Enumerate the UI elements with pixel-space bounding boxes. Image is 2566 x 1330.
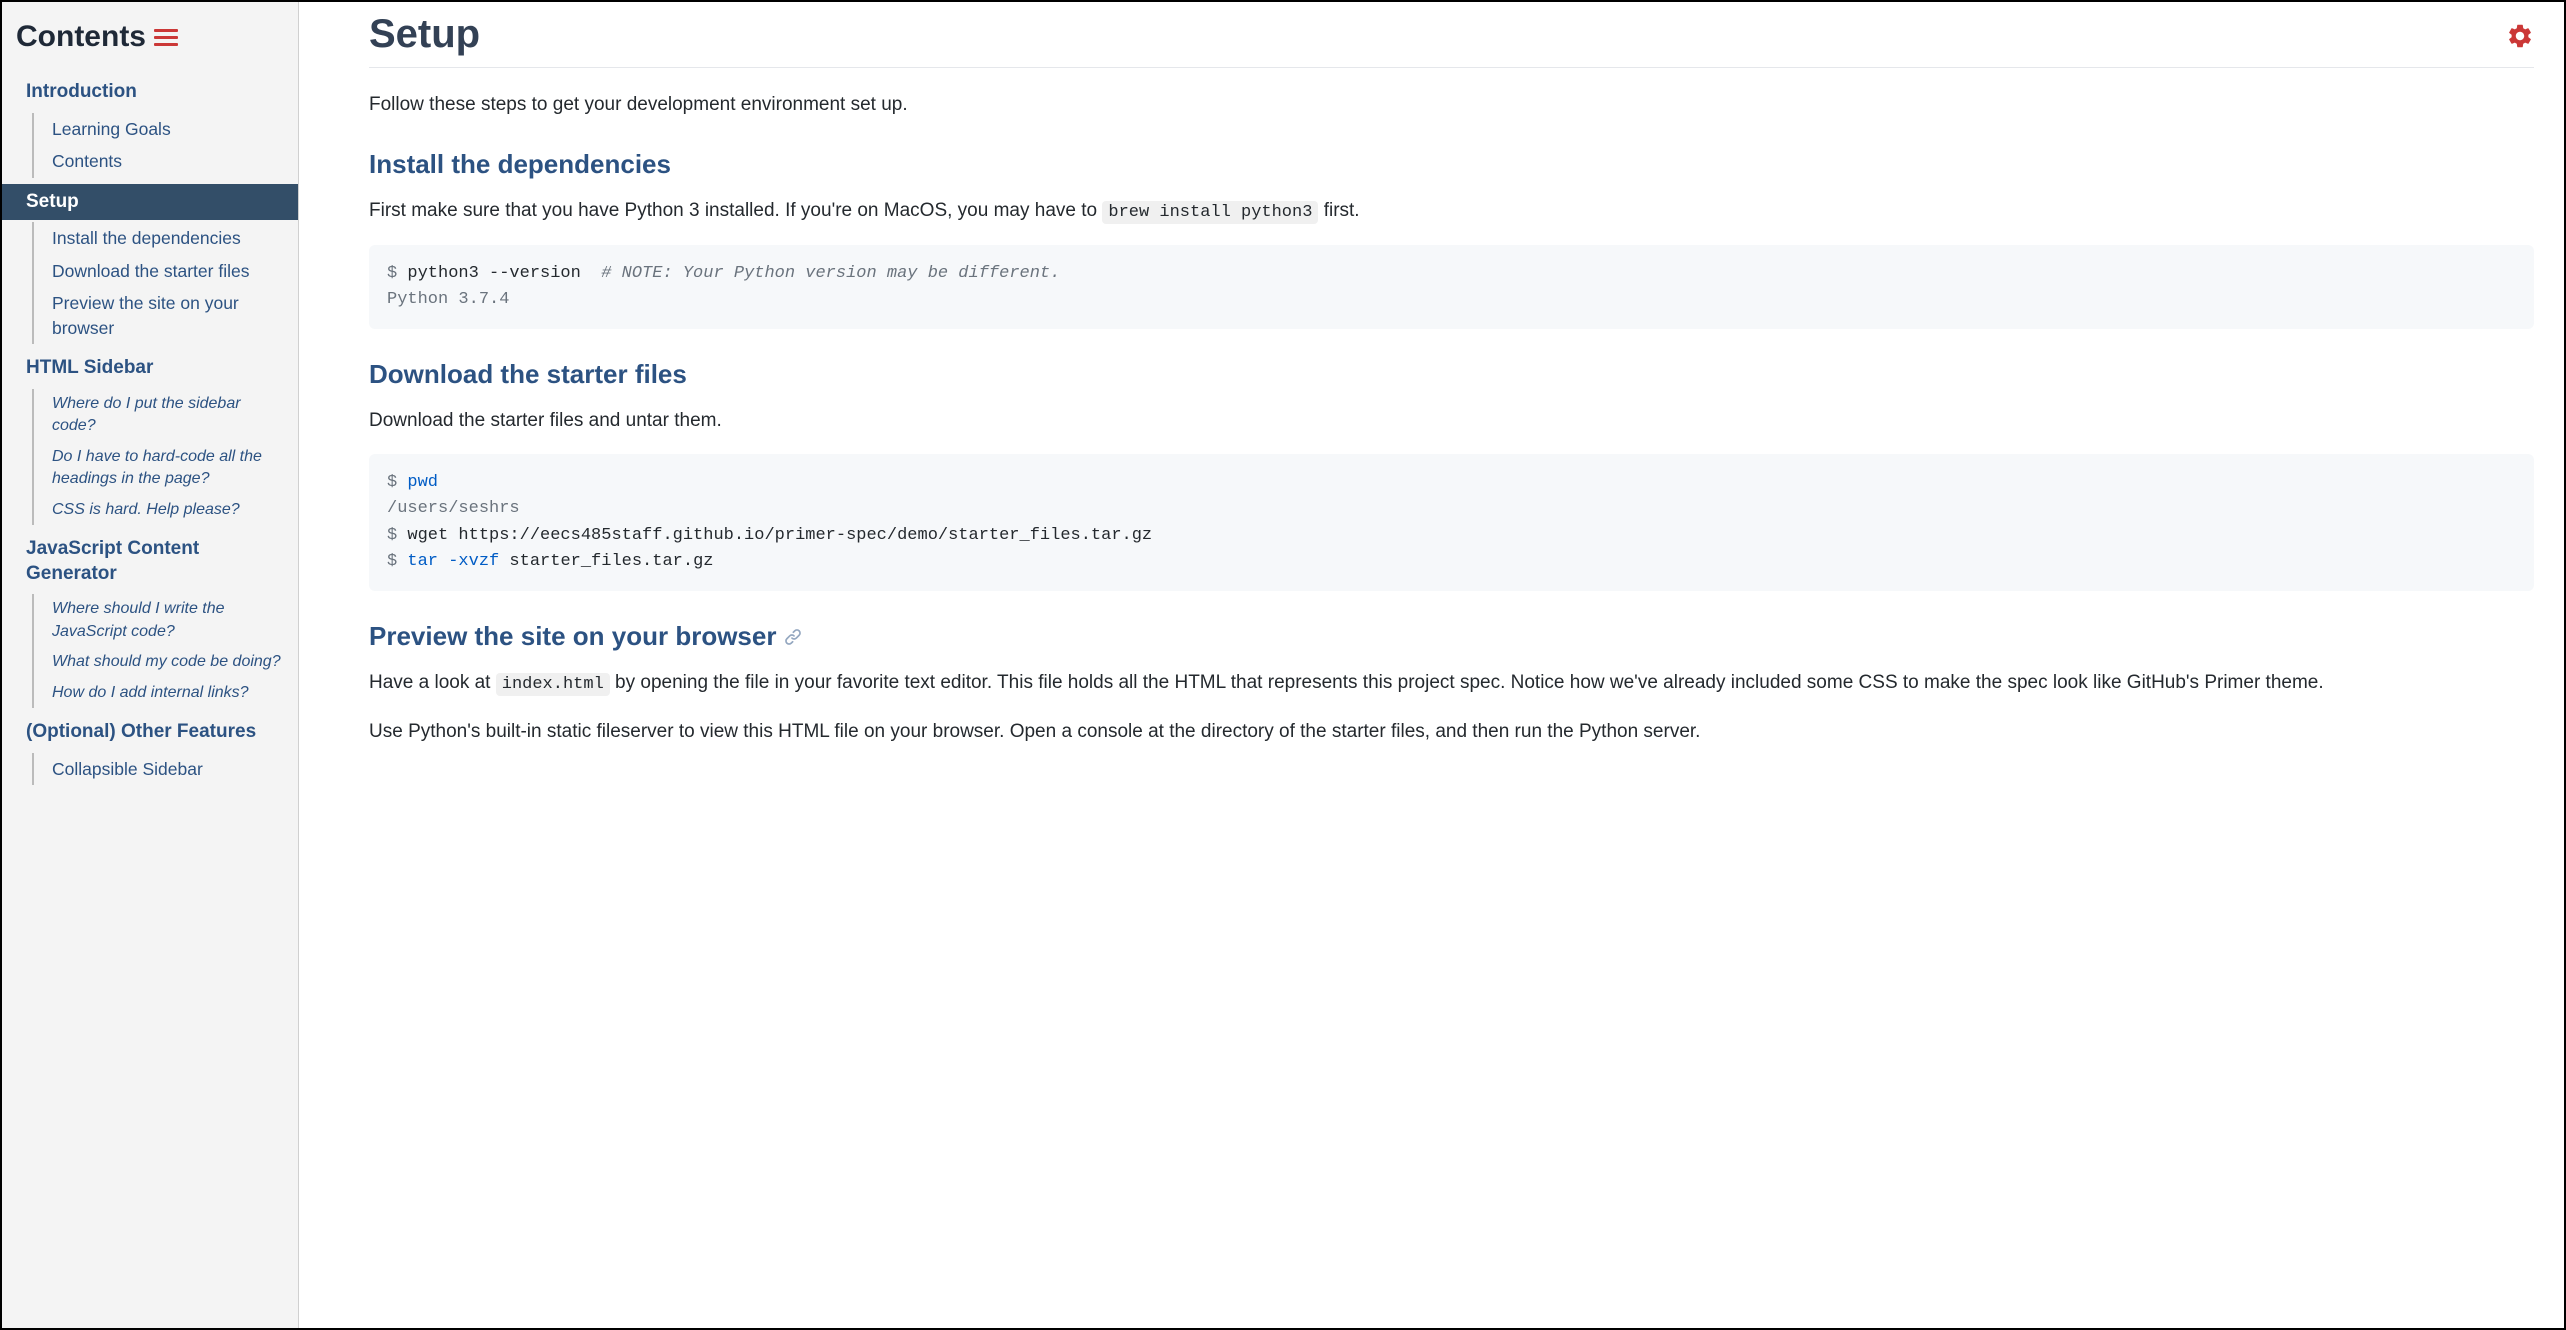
sidebar-title: Contents	[16, 20, 146, 54]
nav-subitems: Learning GoalsContents	[32, 113, 298, 178]
nav-subitem[interactable]: Collapsible Sidebar	[52, 753, 298, 786]
nav-subitem[interactable]: Learning Goals	[52, 113, 298, 146]
nav-heading[interactable]: Setup	[2, 184, 298, 221]
inline-code-brew: brew install python3	[1102, 201, 1318, 224]
nav-section: JavaScript Content GeneratorWhere should…	[2, 531, 298, 708]
nav-subitems: Where should I write the JavaScript code…	[32, 594, 298, 708]
heading-install: Install the dependencies	[369, 149, 2534, 180]
code-block-download: $ pwd /users/seshrs $ wget https://eecs4…	[369, 454, 2534, 591]
hamburger-icon[interactable]	[154, 29, 178, 46]
nav-section: (Optional) Other FeaturesCollapsible Sid…	[2, 714, 298, 785]
nav-subitems: Where do I put the sidebar code?Do I hav…	[32, 389, 298, 525]
sidebar-header: Contents	[2, 20, 298, 74]
nav-heading[interactable]: JavaScript Content Generator	[2, 531, 298, 592]
nav-heading[interactable]: (Optional) Other Features	[2, 714, 298, 751]
main-content: Setup Follow these steps to get your dev…	[299, 2, 2564, 1328]
code-block-python-version: $ python3 --version # NOTE: Your Python …	[369, 245, 2534, 330]
nav-heading[interactable]: HTML Sidebar	[2, 350, 298, 387]
settings-button[interactable]	[2506, 22, 2534, 50]
nav-subitem[interactable]: Install the dependencies	[52, 222, 298, 255]
preview-paragraph-1: Have a look at index.html by opening the…	[369, 668, 2534, 698]
heading-preview: Preview the site on your browser	[369, 621, 2534, 652]
nav-heading[interactable]: Introduction	[2, 74, 298, 111]
preview-paragraph-2: Use Python's built-in static fileserver …	[369, 717, 2534, 746]
sidebar: Contents IntroductionLearning GoalsConte…	[2, 2, 299, 1328]
nav-subitem[interactable]: CSS is hard. Help please?	[52, 495, 298, 525]
nav-subitem[interactable]: Do I have to hard-code all the headings …	[52, 442, 298, 495]
inline-code-index: index.html	[496, 673, 610, 696]
nav-subitems: Collapsible Sidebar	[32, 753, 298, 786]
nav-subitem[interactable]: Preview the site on your browser	[52, 287, 298, 344]
nav-subitem[interactable]: Where do I put the sidebar code?	[52, 389, 298, 442]
nav-subitem[interactable]: Contents	[52, 145, 298, 178]
intro-paragraph: Follow these steps to get your developme…	[369, 90, 2534, 119]
gear-icon	[2506, 22, 2534, 50]
nav-subitem[interactable]: Download the starter files	[52, 255, 298, 288]
link-icon[interactable]	[784, 628, 802, 646]
nav-section: IntroductionLearning GoalsContents	[2, 74, 298, 178]
heading-download: Download the starter files	[369, 359, 2534, 390]
nav-subitem[interactable]: Where should I write the JavaScript code…	[52, 594, 298, 647]
page-title: Setup	[369, 12, 2534, 68]
nav-subitem[interactable]: How do I add internal links?	[52, 678, 298, 708]
nav-section: HTML SidebarWhere do I put the sidebar c…	[2, 350, 298, 525]
download-paragraph: Download the starter files and untar the…	[369, 406, 2534, 435]
nav-subitems: Install the dependenciesDownload the sta…	[32, 222, 298, 344]
sidebar-nav: IntroductionLearning GoalsContentsSetupI…	[2, 74, 298, 785]
install-paragraph: First make sure that you have Python 3 i…	[369, 196, 2534, 226]
nav-subitem[interactable]: What should my code be doing?	[52, 647, 298, 677]
nav-section: SetupInstall the dependenciesDownload th…	[2, 184, 298, 345]
